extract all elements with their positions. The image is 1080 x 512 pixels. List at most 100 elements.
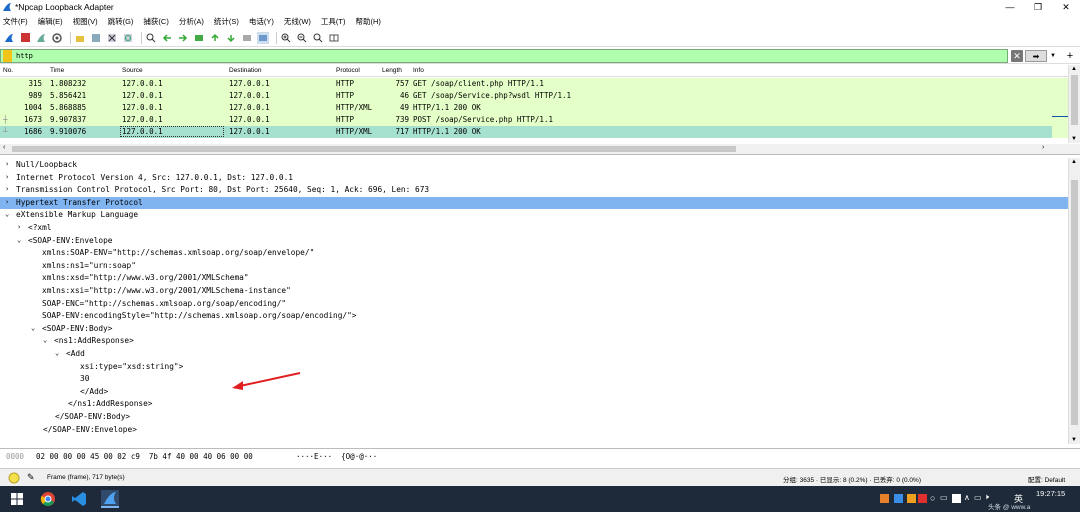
hex-bytes[interactable]: 02 00 00 00 45 00 02 c9 7b 4f 40 00 40 0… [36, 452, 253, 461]
capture-options-icon[interactable] [51, 32, 63, 44]
collapse-chevron-icon[interactable]: › [17, 223, 21, 231]
colorize-icon[interactable] [257, 31, 269, 44]
detail-xml-attr[interactable]: SOAP-ENC="http://schemas.xmlsoap.org/soa… [0, 298, 1068, 311]
expand-chevron-icon[interactable]: ⌄ [5, 210, 9, 218]
restart-capture-icon[interactable] [35, 32, 47, 44]
column-header-info[interactable]: Info [413, 67, 424, 74]
minimize-icon[interactable]: — [996, 0, 1024, 14]
auto-scroll-icon[interactable] [241, 32, 253, 44]
packet-minimap[interactable] [1052, 78, 1068, 138]
detail-xml-decl[interactable]: › <?xml [0, 222, 1068, 235]
scroll-left-icon[interactable]: ‹ [3, 144, 5, 151]
scroll-thumb[interactable] [1071, 180, 1078, 425]
detail-soap-envelope[interactable]: ⌄ <SOAP-ENV:Envelope [0, 235, 1068, 248]
display-filter-input[interactable]: http [0, 49, 1008, 63]
detail-xml-close[interactable]: </ns1:AddResponse> [0, 398, 1068, 411]
detail-xml-close[interactable]: </SOAP-ENV:Body> [0, 411, 1068, 424]
detail-xml-attr[interactable]: SOAP-ENV:encodingStyle="http://schemas.x… [0, 310, 1068, 323]
tray-app-icon-5[interactable] [952, 494, 961, 503]
close-file-icon[interactable] [106, 32, 118, 44]
go-to-packet-icon[interactable] [193, 32, 205, 44]
restore-icon[interactable]: ❐ [1024, 0, 1052, 14]
column-header-length[interactable]: Length [382, 67, 402, 74]
detail-xml-attr[interactable]: xmlns:xsi="http://www.w3.org/2001/XMLSch… [0, 285, 1068, 298]
details-vscroll[interactable]: ▲ ▼ [1068, 158, 1080, 444]
clear-filter-icon[interactable]: ✕ [1011, 50, 1023, 62]
expand-chevron-icon[interactable]: ⌄ [31, 324, 35, 332]
menu-go[interactable]: 跳转(G) [108, 16, 134, 27]
menu-view[interactable]: 视图(V) [73, 16, 98, 27]
status-profile[interactable]: 配置: Default [1028, 474, 1065, 484]
tray-app-icon-4[interactable] [918, 494, 927, 503]
detail-xml-attr[interactable]: xsi:type="xsd:string"> [0, 361, 1068, 374]
packet-row-selected[interactable]: ┴ 1686 9.910076 127.0.0.1 127.0.0.1 HTTP… [0, 126, 1052, 138]
open-file-icon[interactable] [74, 32, 86, 44]
packet-list-vscroll[interactable]: ▲ ▼ [1068, 65, 1080, 143]
hex-ascii[interactable]: ····E··· {O@·@··· [296, 452, 377, 461]
detail-xml-close[interactable]: </Add> [0, 386, 1068, 399]
find-packet-icon[interactable] [145, 32, 157, 44]
detail-add-response[interactable]: ⌄ <ns1:AddResponse> [0, 335, 1068, 348]
scroll-down-icon[interactable]: ▼ [1071, 136, 1077, 142]
detail-add-value[interactable]: 30 [0, 373, 1068, 386]
resize-columns-icon[interactable] [328, 32, 340, 44]
column-header-source[interactable]: Source [122, 67, 143, 74]
column-header-no[interactable]: No. [3, 67, 13, 74]
menu-statistics[interactable]: 统计(S) [214, 16, 239, 27]
expand-chevron-icon[interactable]: ⌄ [43, 336, 47, 344]
start-capture-icon[interactable] [3, 32, 15, 44]
scroll-thumb[interactable] [12, 146, 736, 152]
expand-chevron-icon[interactable]: ⌄ [55, 349, 59, 357]
collapse-chevron-icon[interactable]: › [5, 173, 9, 181]
collapse-chevron-icon[interactable]: › [5, 198, 9, 206]
tray-network-icon[interactable]: ▭ [940, 493, 948, 502]
column-header-protocol[interactable]: Protocol [336, 67, 360, 74]
edit-comment-icon[interactable]: ✎ [27, 472, 35, 483]
zoom-in-icon[interactable] [280, 32, 292, 44]
packet-row[interactable]: 1004 5.868885 127.0.0.1 127.0.0.1 HTTP/X… [0, 102, 1052, 114]
tray-app-icon-2[interactable] [894, 494, 903, 503]
packet-row[interactable]: 989 5.856421 127.0.0.1 127.0.0.1 HTTP 46… [0, 90, 1052, 102]
tray-clock[interactable]: 19:27:15 [1036, 489, 1065, 498]
tray-app-icon-3[interactable] [907, 494, 916, 503]
recent-filters-icon[interactable]: ▼ [1048, 50, 1058, 62]
zoom-out-icon[interactable] [296, 32, 308, 44]
scroll-right-icon[interactable]: › [1042, 144, 1044, 151]
menu-analyze[interactable]: 分析(A) [179, 16, 204, 27]
detail-xml[interactable]: ⌄ eXtensible Markup Language [0, 209, 1068, 222]
tray-chevron-icon[interactable]: ∧ [964, 493, 970, 502]
go-forward-icon[interactable] [177, 32, 189, 44]
column-header-destination[interactable]: Destination [229, 67, 262, 74]
filter-text[interactable]: http [16, 52, 33, 60]
scroll-up-icon[interactable]: ▲ [1071, 159, 1077, 165]
first-packet-icon[interactable] [209, 32, 221, 44]
menu-help[interactable]: 帮助(H) [356, 16, 381, 27]
menu-capture[interactable]: 捕获(C) [143, 16, 168, 27]
scroll-up-icon[interactable]: ▲ [1071, 66, 1077, 72]
zoom-normal-icon[interactable] [312, 32, 324, 44]
detail-null-loopback[interactable]: › Null/Loopback [0, 159, 1068, 172]
tray-app-icon-1[interactable] [880, 494, 889, 503]
apply-filter-icon[interactable]: ➡ [1025, 50, 1047, 62]
expert-info-icon[interactable] [8, 472, 20, 484]
vscode-icon[interactable] [70, 490, 88, 508]
detail-tcp[interactable]: › Transmission Control Protocol, Src Port… [0, 184, 1068, 197]
tray-display-icon[interactable]: ▭ [974, 493, 982, 502]
detail-xml-attr[interactable]: xmlns:xsd="http://www.w3.org/2001/XMLSch… [0, 272, 1068, 285]
expand-chevron-icon[interactable]: ⌄ [17, 236, 21, 244]
detail-add-element[interactable]: ⌄ <Add [0, 348, 1068, 361]
add-filter-button-icon[interactable]: + [1064, 50, 1076, 62]
menu-file[interactable]: 文件(F) [3, 16, 28, 27]
windows-start-icon[interactable] [8, 490, 26, 508]
chrome-icon[interactable] [39, 490, 57, 508]
detail-http[interactable]: › Hypertext Transfer Protocol [0, 196, 1068, 210]
scroll-thumb[interactable] [1071, 75, 1078, 125]
menu-edit[interactable]: 编辑(E) [38, 16, 63, 27]
packet-list-hscroll[interactable]: ‹ › [0, 144, 1080, 154]
menu-telephony[interactable]: 电话(Y) [249, 16, 274, 27]
last-packet-icon[interactable] [225, 32, 237, 44]
menu-wireless[interactable]: 无线(W) [284, 16, 311, 27]
detail-xml-attr[interactable]: xmlns:SOAP-ENV="http://schemas.xmlsoap.o… [0, 247, 1068, 260]
tray-circle-icon[interactable]: ○ [930, 493, 935, 503]
reload-file-icon[interactable] [122, 32, 134, 44]
